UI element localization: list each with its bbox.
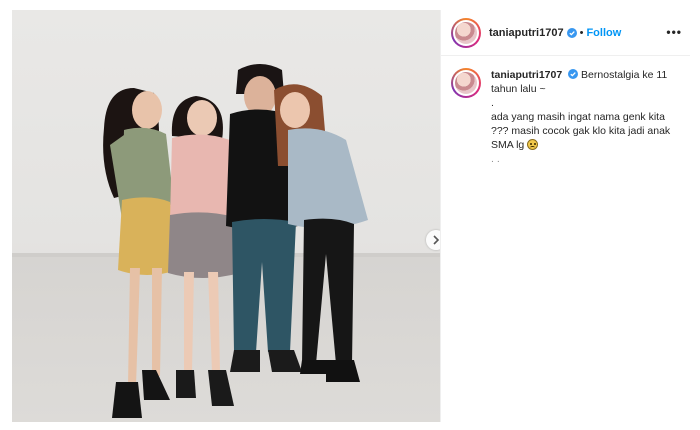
post-header: taniaputri1707 • Follow ••• bbox=[441, 10, 690, 56]
instagram-post: taniaputri1707 • Follow ••• taniaputri17… bbox=[0, 0, 700, 430]
post-sidebar: taniaputri1707 • Follow ••• taniaputri17… bbox=[440, 10, 690, 422]
person-1 bbox=[103, 88, 178, 418]
caption-line-last: SMA lg bbox=[491, 138, 679, 152]
caption-body: taniaputri1707 Bernostalgia ke 11 tahun … bbox=[491, 68, 679, 166]
caption-text: . bbox=[491, 97, 494, 109]
header-username[interactable]: taniaputri1707 bbox=[489, 27, 564, 39]
people-illustration bbox=[103, 64, 368, 418]
grinning-face-emoji-icon bbox=[527, 139, 539, 150]
separator-dot: • bbox=[579, 26, 584, 39]
verified-badge-icon bbox=[568, 69, 579, 79]
avatar[interactable] bbox=[451, 17, 481, 48]
caption-line-1: taniaputri1707 Bernostalgia ke 11 bbox=[491, 68, 679, 82]
more-options-button[interactable]: ••• bbox=[666, 25, 682, 39]
caption-username[interactable]: taniaputri1707 bbox=[491, 69, 562, 81]
caption-text: Bernostalgia ke 11 bbox=[581, 69, 668, 81]
follow-button[interactable]: Follow bbox=[586, 27, 621, 39]
caption-trailing: . . bbox=[491, 153, 500, 165]
caption-text: tahun lalu ~ bbox=[491, 83, 546, 95]
caption: taniaputri1707 Bernostalgia ke 11 tahun … bbox=[441, 56, 690, 166]
caption-text: SMA lg bbox=[491, 139, 525, 151]
post-photo[interactable] bbox=[12, 10, 440, 422]
caption-text: ada yang masih ingat nama genk kita bbox=[491, 111, 665, 123]
caption-avatar[interactable] bbox=[451, 68, 481, 98]
caption-text: ??? masih cocok gak klo kita jadi anak bbox=[491, 125, 671, 137]
chevron-right-icon bbox=[433, 235, 440, 245]
verified-badge-icon bbox=[566, 27, 577, 38]
next-photo-button[interactable] bbox=[426, 230, 440, 250]
